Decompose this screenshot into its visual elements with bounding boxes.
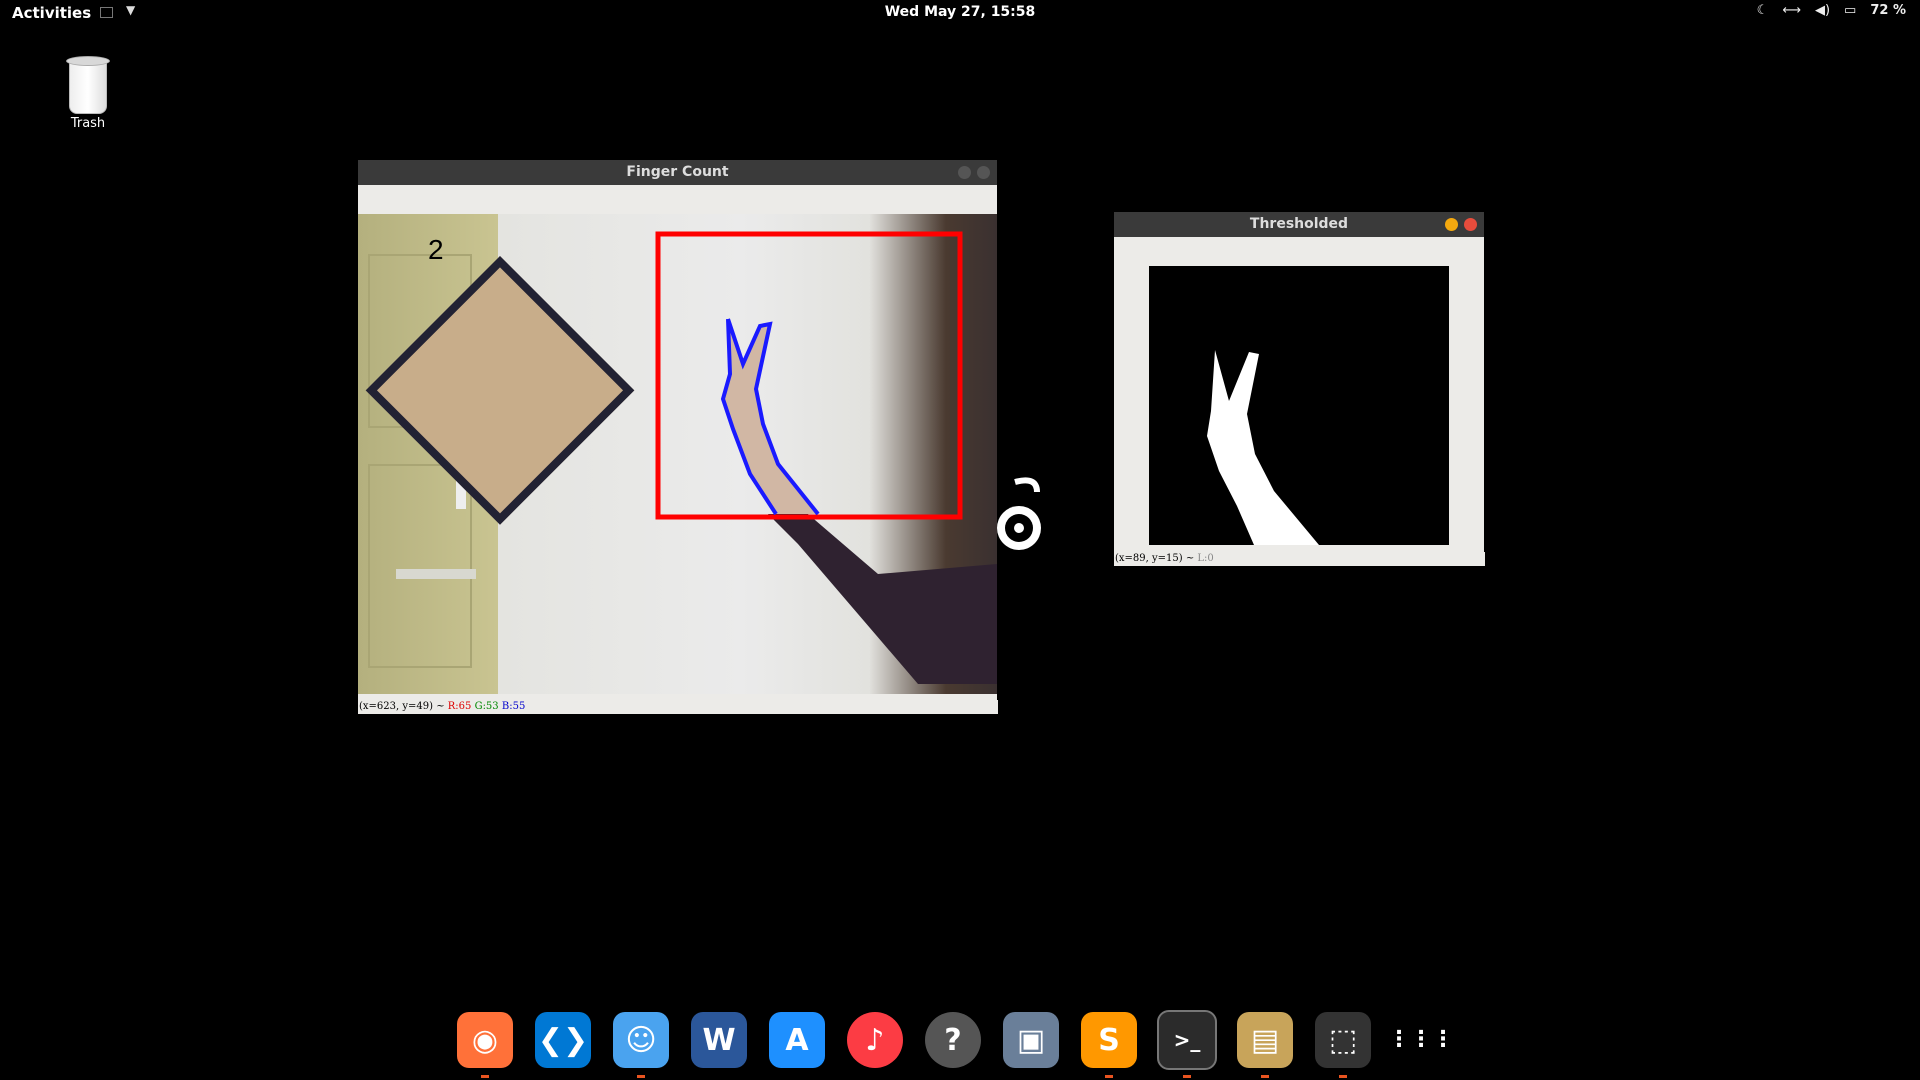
chevron-down-icon[interactable]: ▼: [126, 3, 135, 17]
app-menu-icon[interactable]: [100, 7, 113, 18]
dock-item-sublime[interactable]: S: [1079, 1010, 1139, 1078]
hand-mask: [1207, 350, 1319, 545]
threshold-image[interactable]: [1149, 266, 1449, 545]
close-button[interactable]: [977, 166, 990, 179]
volume-icon[interactable]: ◀): [1815, 3, 1830, 18]
dock-item-word[interactable]: W: [689, 1010, 749, 1070]
activities-button[interactable]: Activities: [12, 4, 91, 22]
dock-item-archive[interactable]: ▤: [1235, 1010, 1295, 1078]
dock: ◉ ❮❯ ☺ W A ♪? ▣ S >_ ▤ ⬚ ⋮⋮⋮: [455, 1010, 1454, 1080]
system-tray[interactable]: ☾ ⟷ ◀) ▭ 72 %: [1757, 3, 1906, 18]
running-indicator: [1339, 1075, 1347, 1078]
clock-label[interactable]: Wed May 27, 15:58: [885, 4, 1036, 20]
finder-icon: ☺: [613, 1012, 669, 1068]
dock-item-help[interactable]: ?: [923, 1010, 983, 1070]
status-coords: (x=623, y=49) ~: [359, 701, 448, 712]
window-toolbar: [1114, 237, 1484, 265]
dock-item-image-viewer[interactable]: ▣: [1001, 1010, 1061, 1070]
battery-icon[interactable]: ▭: [1844, 3, 1856, 18]
vscode-icon: ❮❯: [535, 1012, 591, 1068]
dock-item-finder[interactable]: ☺: [611, 1010, 671, 1078]
dock-item-vscode[interactable]: ❮❯: [533, 1010, 593, 1070]
dock-item-terminal[interactable]: >_: [1157, 1010, 1217, 1078]
battery-percentage[interactable]: 72 %: [1870, 3, 1906, 18]
archive-icon: ▤: [1237, 1012, 1293, 1068]
dock-item-music[interactable]: ♪: [845, 1010, 905, 1070]
status-luminance: L:0: [1197, 553, 1214, 564]
status-blue: B:55: [501, 701, 526, 712]
roi-box: [655, 231, 963, 520]
network-icon[interactable]: ⟷: [1782, 3, 1801, 18]
running-indicator: [1261, 1075, 1269, 1078]
trash-icon[interactable]: [66, 56, 110, 114]
dock-item-app-grid[interactable]: ⋮⋮⋮: [1388, 1010, 1454, 1070]
finger-count-window[interactable]: Finger Count 2 (x=623, y=49) ~ R:65 G:53…: [358, 160, 998, 714]
camera-feed-image[interactable]: 2: [358, 214, 997, 694]
overlay-graphics: [655, 231, 997, 684]
partial-circle-icon: [997, 477, 1041, 550]
app-store-icon: A: [769, 1012, 825, 1068]
status-bar: (x=89, y=15) ~ L:0: [1114, 552, 1485, 566]
word-icon: W: [691, 1012, 747, 1068]
night-light-icon[interactable]: ☾: [1757, 3, 1769, 18]
help-icon: ?: [925, 1012, 981, 1068]
running-indicator: [481, 1075, 489, 1078]
desktop-trash[interactable]: Trash: [58, 56, 118, 131]
terminal-icon: >_: [1157, 1010, 1217, 1070]
close-button[interactable]: [1464, 218, 1477, 231]
image-viewer-icon: ▣: [1003, 1012, 1059, 1068]
dock-item-app-store[interactable]: A: [767, 1010, 827, 1070]
status-green: G:53: [474, 701, 499, 712]
window-title: Thresholded: [1249, 216, 1349, 232]
status-coords: (x=89, y=15) ~: [1115, 553, 1198, 564]
top-bar: Activities ▼ Wed May 27, 15:58 ☾ ⟷ ◀) ▭ …: [0, 0, 1920, 27]
running-indicator: [1105, 1075, 1113, 1078]
app-grid-icon: ⋮⋮⋮: [1388, 1012, 1454, 1068]
trash-label: Trash: [70, 116, 106, 131]
sublime-icon: S: [1081, 1012, 1137, 1068]
window-toolbar: [358, 185, 997, 213]
thresholded-window[interactable]: Thresholded (x=89, y=15) ~ L:0: [1114, 212, 1485, 566]
minimize-button[interactable]: [958, 166, 971, 179]
screenshot-icon: ⬚: [1315, 1012, 1371, 1068]
dock-item-screenshot[interactable]: ⬚: [1313, 1010, 1373, 1078]
status-bar: (x=623, y=49) ~ R:65 G:53 B:55: [358, 700, 998, 714]
minimize-button[interactable]: [1445, 218, 1458, 231]
window-title: Finger Count: [626, 164, 729, 180]
status-red: R:65: [447, 701, 472, 712]
running-indicator: [1183, 1075, 1191, 1078]
running-indicator: [637, 1075, 645, 1078]
window-titlebar[interactable]: Finger Count: [358, 160, 997, 185]
firefox-icon: ◉: [457, 1012, 513, 1068]
music-icon: ♪: [847, 1012, 903, 1068]
dock-item-firefox[interactable]: ◉: [455, 1010, 515, 1078]
clock: Wed May 27, 15:58: [0, 4, 1920, 20]
finger-count-label: 2: [428, 234, 444, 265]
arm: [768, 514, 997, 684]
window-titlebar[interactable]: Thresholded: [1114, 212, 1484, 237]
